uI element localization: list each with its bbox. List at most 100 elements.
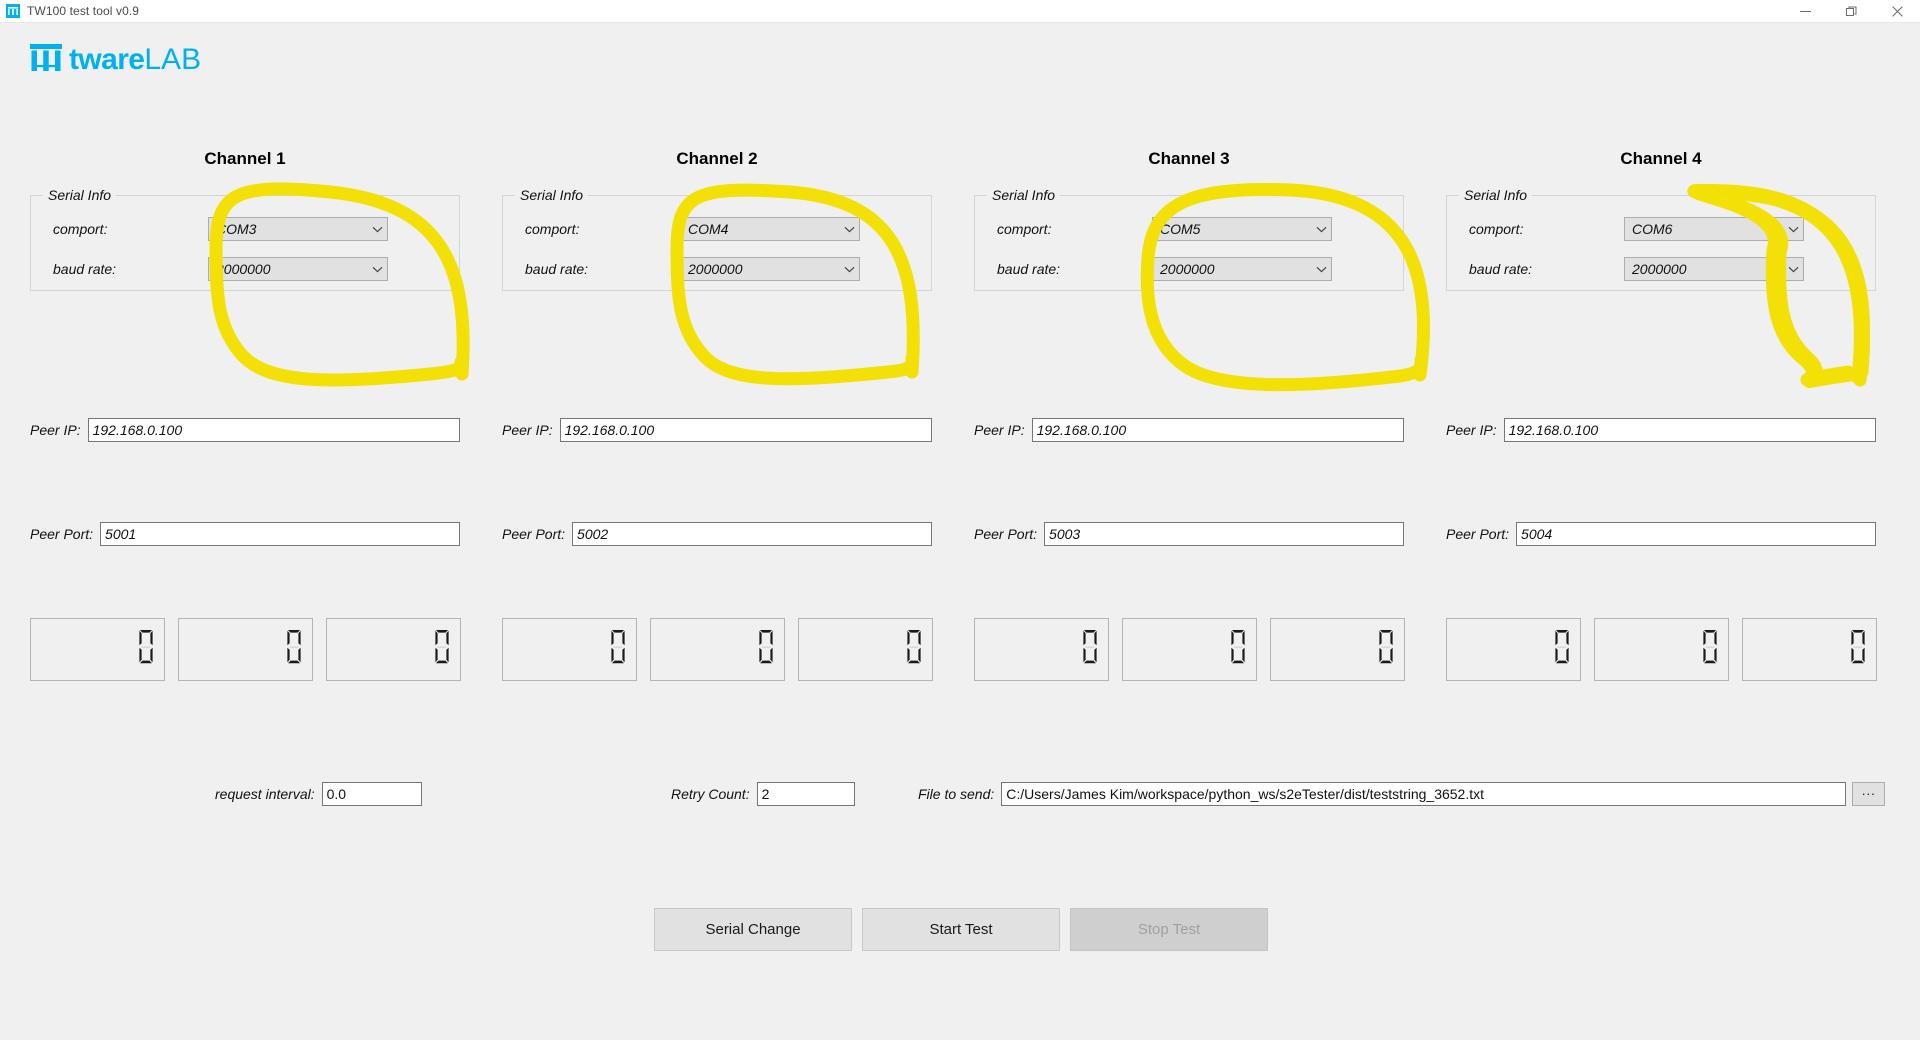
app-logo-icon [6,4,20,18]
peer-ip-input[interactable]: 192.168.0.100 [1503,418,1876,442]
channel-title: Channel 1 [204,149,286,168]
baud-rate-label: baud rate: [997,261,1061,277]
counter-display [1270,618,1405,681]
seven-segment-0 [285,630,303,669]
comport-label: comport: [997,221,1052,237]
chevron-down-icon [839,226,859,233]
counter-display [1742,618,1877,681]
seven-segment-0 [1081,630,1099,669]
counter-displays [974,618,1405,681]
peer-port-row: Peer Port: 5002 [502,522,933,546]
baud-rate-value: 2000000 [688,261,743,277]
serial-info-legend: Serial Info [43,186,117,204]
counter-display [1446,618,1581,681]
baud-rate-select[interactable]: 2000000 [208,257,388,281]
seven-segment-0 [1229,630,1247,669]
counter-display [178,618,313,681]
peer-ip-label: Peer IP: [974,422,1025,438]
retry-count-field: Retry Count: 2 [671,782,855,806]
baud-rate-value: 2000000 [1632,261,1687,277]
comport-label: comport: [1469,221,1524,237]
peer-port-input[interactable]: 5003 [1044,522,1405,546]
peer-port-input[interactable]: 5001 [100,522,461,546]
seven-segment-0 [1553,630,1571,669]
request-interval-input[interactable]: 0.0 [321,782,422,806]
minimize-button[interactable] [1782,0,1828,23]
channel-panel-3: Channel 3 Serial Info comport: COM5 baud… [974,150,1405,681]
baud-rate-select[interactable]: 2000000 [680,257,860,281]
comport-label: comport: [53,221,108,237]
comport-label: comport: [525,221,580,237]
maximize-restore-button[interactable] [1828,0,1874,23]
peer-port-input[interactable]: 5002 [572,522,933,546]
window-title-bar: TW100 test tool v0.9 [0,0,1920,23]
request-interval-label: request interval: [215,786,315,802]
stop-test-button: Stop Test [1070,908,1268,951]
chevron-down-icon [1783,226,1803,233]
baud-rate-label: baud rate: [1469,261,1533,277]
peer-port-row: Peer Port: 5004 [1446,522,1877,546]
serial-change-button[interactable]: Serial Change [654,908,852,951]
seven-segment-0 [1377,630,1395,669]
baud-rate-label: baud rate: [525,261,589,277]
peer-ip-row: Peer IP: 192.168.0.100 [1446,418,1876,442]
seven-segment-0 [433,630,451,669]
peer-port-label: Peer Port: [974,526,1038,542]
serial-info-group: Serial Info comport: COM3 baud rate: 200… [30,186,460,291]
channel-panel-4: Channel 4 Serial Info comport: COM6 baud… [1446,150,1877,681]
file-path-input[interactable]: C:/Users/James Kim/workspace/python_ws/s… [1001,782,1847,806]
channel-title: Channel 2 [676,149,758,168]
serial-info-legend: Serial Info [515,186,589,204]
brand-suffix: LAB [144,43,202,76]
retry-count-input[interactable]: 2 [756,782,855,806]
baud-rate-label: baud rate: [53,261,117,277]
seven-segment-0 [757,630,775,669]
serial-info-group: Serial Info comport: COM5 baud rate: 200… [974,186,1404,291]
peer-port-label: Peer Port: [30,526,94,542]
channel-panel-2: Channel 2 Serial Info comport: COM4 baud… [502,149,933,681]
brand-logo: tware LAB [30,44,201,76]
seven-segment-0 [1849,630,1867,669]
window-controls [1782,0,1920,23]
seven-segment-0 [137,630,155,669]
baud-rate-select[interactable]: 2000000 [1624,257,1804,281]
comport-value: COM3 [216,221,257,237]
seven-segment-0 [905,630,923,669]
peer-ip-input[interactable]: 192.168.0.100 [559,418,932,442]
close-button[interactable] [1874,0,1920,23]
peer-ip-label: Peer IP: [502,422,553,438]
comport-select[interactable]: COM6 [1624,217,1804,241]
counter-display [1594,618,1729,681]
counter-displays [502,618,933,681]
counter-display [798,618,933,681]
brand-wordmark: tware LAB [69,45,201,75]
chevron-down-icon [1311,266,1331,273]
peer-port-label: Peer Port: [1446,526,1510,542]
chevron-down-icon [1783,266,1803,273]
counter-display [502,618,637,681]
counter-display [326,618,461,681]
chevron-down-icon [367,226,387,233]
comport-select[interactable]: COM5 [1152,217,1332,241]
peer-ip-input[interactable]: 192.168.0.100 [87,418,460,442]
browse-file-button[interactable]: ... [1852,782,1886,806]
baud-rate-value: 2000000 [1160,261,1215,277]
peer-port-input[interactable]: 5004 [1516,522,1877,546]
chevron-down-icon [367,266,387,273]
brand-name: tware [69,43,145,76]
peer-port-row: Peer Port: 5003 [974,522,1405,546]
tw-monogram-icon [30,44,62,76]
serial-info-group: Serial Info comport: COM4 baud rate: 200… [502,186,932,291]
counter-display [1122,618,1257,681]
peer-ip-row: Peer IP: 192.168.0.100 [30,418,460,442]
baud-rate-select[interactable]: 2000000 [1152,257,1332,281]
peer-ip-row: Peer IP: 192.168.0.100 [974,418,1404,442]
counter-display [30,618,165,681]
peer-ip-input[interactable]: 192.168.0.100 [1031,418,1404,442]
start-test-button[interactable]: Start Test [862,908,1060,951]
channel-panel-1: Channel 1 Serial Info comport: COM3 baud… [30,149,461,681]
comport-value: COM4 [688,221,729,237]
comport-select[interactable]: COM4 [680,217,860,241]
comport-select[interactable]: COM3 [208,217,388,241]
serial-info-legend: Serial Info [1459,186,1533,204]
